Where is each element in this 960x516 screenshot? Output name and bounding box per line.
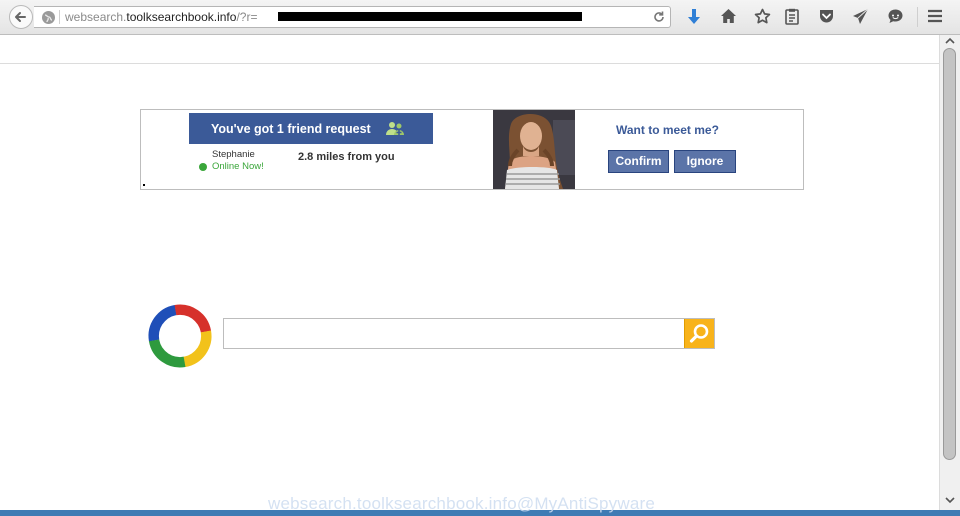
home-icon[interactable]	[720, 8, 737, 25]
profile-photo[interactable]	[493, 110, 575, 189]
woman-portrait-image	[493, 110, 575, 189]
browser-toolbar: websearch.toolksearchbook.info/?r=	[0, 0, 960, 35]
friend-add-icon	[386, 122, 404, 135]
online-status-text: Online Now!	[212, 161, 264, 172]
url-host-prefix: websearch.	[65, 10, 127, 24]
online-status-icon	[199, 163, 207, 171]
pocket-icon[interactable]	[818, 8, 835, 25]
scrollbar-thumb[interactable]	[943, 48, 956, 460]
ad-marker	[143, 184, 145, 186]
url-bar[interactable]: websearch.toolksearchbook.info/?r=	[34, 6, 671, 28]
distance-text: 2.8 miles from you	[298, 151, 395, 163]
magnifier-icon	[689, 324, 709, 343]
ignore-button[interactable]: Ignore	[674, 150, 736, 173]
meet-prompt: Want to meet me?	[616, 123, 719, 137]
url-separator	[59, 10, 60, 24]
header-divider	[0, 63, 939, 64]
reading-list-icon[interactable]	[784, 8, 800, 25]
download-arrow-icon[interactable]	[686, 8, 702, 26]
url-host: toolksearchbook.info	[126, 10, 237, 24]
search-input[interactable]	[223, 318, 715, 349]
page-content: You've got 1 friend request Stephanie On…	[0, 35, 939, 516]
friend-request-text: You've got 1 friend request	[211, 122, 371, 136]
toolbar-separator	[917, 7, 918, 27]
url-redaction	[278, 12, 582, 21]
reload-icon[interactable]	[652, 10, 666, 24]
watermark-text: websearch.toolksearchbook.info@MyAntiSpy…	[268, 494, 656, 513]
arrow-left-icon	[15, 12, 26, 22]
star-bookmark-icon[interactable]	[754, 8, 771, 25]
back-button[interactable]	[9, 5, 33, 29]
url-text[interactable]: websearch.toolksearchbook.info/?r=	[65, 10, 257, 24]
scroll-down-arrow-icon[interactable]	[940, 494, 960, 506]
hamburger-menu-icon[interactable]	[927, 8, 943, 24]
vertical-scrollbar[interactable]	[939, 35, 960, 510]
globe-icon	[42, 11, 55, 24]
friend-request-bar[interactable]: You've got 1 friend request	[189, 113, 433, 144]
chat-bubble-icon[interactable]	[887, 8, 904, 25]
url-path: /?r=	[236, 10, 258, 24]
send-arrow-icon[interactable]	[852, 8, 869, 25]
search-logo-ring-icon	[148, 304, 212, 368]
profile-name: Stephanie	[212, 149, 255, 160]
search-button[interactable]	[684, 319, 714, 348]
scroll-up-arrow-icon[interactable]	[940, 35, 960, 47]
friend-request-ad[interactable]: You've got 1 friend request Stephanie On…	[140, 109, 804, 190]
confirm-button[interactable]: Confirm	[608, 150, 669, 173]
